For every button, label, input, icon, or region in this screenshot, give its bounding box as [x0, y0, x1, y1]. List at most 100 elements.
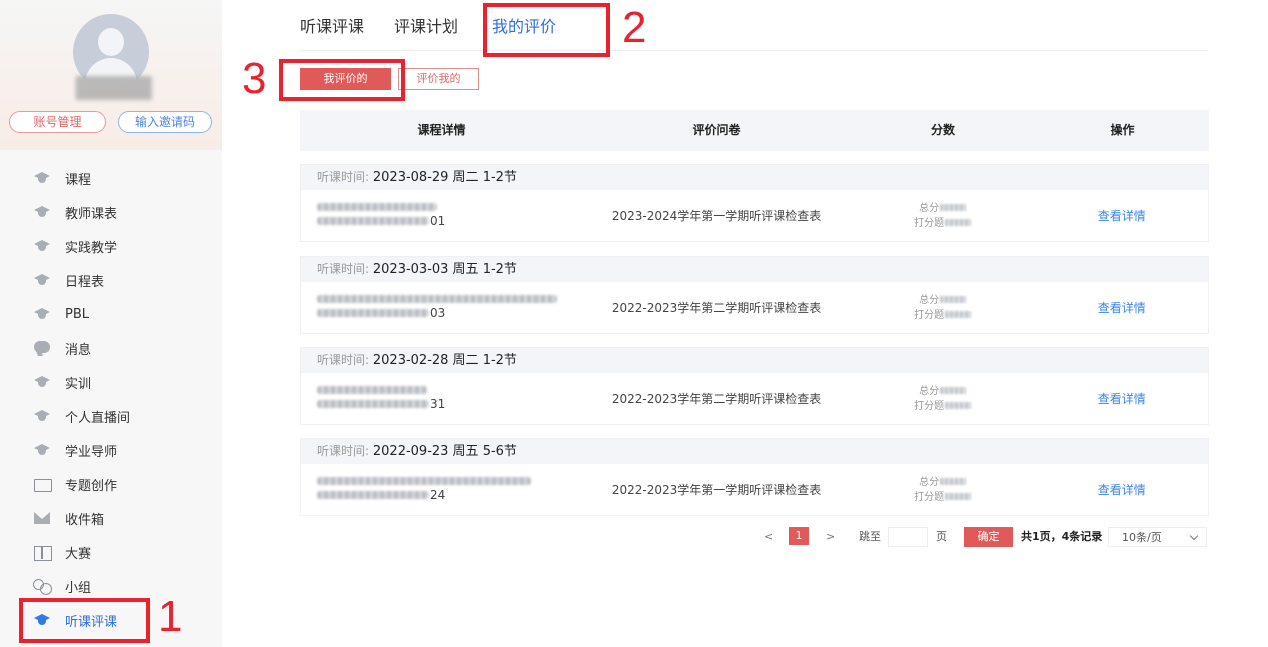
sidebar-item-label: 消息	[65, 342, 92, 358]
scored-question-label: 打分题	[914, 491, 945, 503]
view-details-link[interactable]: 查看详情	[1035, 481, 1208, 498]
sidebar-item-course[interactable]: 课程	[0, 161, 222, 195]
column-header-questionnaire: 评价问卷	[692, 123, 741, 137]
scored-question-label: 打分题	[914, 309, 945, 321]
annotation-number-2: 2	[622, 3, 647, 52]
sidebar-item-label: 实践教学	[65, 240, 118, 256]
lesson-time-value: 2023-02-28 周二 1-2节	[372, 353, 517, 368]
lesson-time-bar: 听课时间: 2023-08-29 周二 1-2节	[301, 165, 1208, 190]
prev-page-button[interactable]: <	[764, 527, 773, 547]
lesson-time-bar: 听课时间: 2023-02-28 周二 1-2节	[301, 348, 1208, 373]
course-detail: 03	[301, 291, 583, 325]
table-row: 听课时间: 2023-08-29 周二 1-2节 01 2023-2024学年第…	[300, 164, 1209, 242]
course-code-suffix: 24	[430, 487, 446, 502]
page-unit-label: 页	[936, 530, 947, 543]
page-size-select[interactable]: 10条/页	[1108, 527, 1207, 547]
account-management-button[interactable]: 账号管理	[9, 111, 106, 133]
annotation-number-3: 3	[242, 54, 267, 103]
sidebar-item-label: 专题创作	[65, 478, 118, 494]
questionnaire-name: 2022-2023学年第二学期听评课检查表	[611, 301, 822, 315]
questionnaire-name: 2023-2024学年第一学期听评课检查表	[611, 209, 822, 223]
course-name-redacted	[317, 385, 427, 394]
total-score-label: 总分	[919, 294, 940, 306]
inbox-icon	[33, 509, 51, 527]
scored-question-redacted	[945, 493, 972, 500]
lesson-time-label: 听课时间:	[317, 444, 370, 458]
score-cell: 总分 打分题	[850, 475, 1036, 505]
table-row: 听课时间: 2023-03-03 周五 1-2节 03 2022-2023学年第…	[300, 256, 1209, 334]
annotation-number-1: 1	[158, 592, 183, 641]
graduation-cap-icon	[33, 407, 51, 425]
course-code-redacted	[317, 490, 429, 499]
tab-evaluation-plan[interactable]: 评课计划	[394, 12, 458, 42]
page-size-value: 10条/页	[1122, 531, 1162, 544]
view-details-link[interactable]: 查看详情	[1035, 207, 1208, 224]
sidebar-item-label: PBL	[65, 306, 90, 322]
graduation-cap-icon	[33, 169, 51, 187]
view-details-link[interactable]: 查看详情	[1035, 299, 1208, 316]
sidebar-item-label: 收件箱	[65, 512, 105, 528]
graduation-cap-icon	[33, 373, 51, 391]
sidebar-item-competition[interactable]: 大赛	[0, 535, 222, 569]
table-row: 听课时间: 2022-09-23 周五 5-6节 24 2022-2023学年第…	[300, 438, 1209, 516]
total-score-redacted	[940, 296, 967, 303]
username-redacted	[76, 76, 152, 100]
book-icon	[33, 543, 52, 561]
sidebar-item-live-room[interactable]: 个人直播间	[0, 399, 222, 433]
questionnaire-name: 2022-2023学年第二学期听评课检查表	[611, 392, 822, 406]
scored-question-label: 打分题	[914, 217, 945, 229]
lesson-time-label: 听课时间:	[317, 353, 370, 367]
course-code-redacted	[317, 308, 429, 317]
course-name-redacted	[317, 202, 437, 211]
course-code-suffix: 31	[430, 396, 446, 411]
subtab-evaluations-of-me[interactable]: 评价我的	[398, 68, 479, 90]
jump-to-label: 跳至	[859, 530, 881, 543]
course-detail: 31	[301, 382, 583, 416]
avatar-head-shape	[98, 28, 124, 56]
sidebar-item-calendar[interactable]: 日程表	[0, 263, 222, 297]
profile-panel: 账号管理 输入邀请码	[0, 0, 222, 150]
sidebar-item-messages[interactable]: 消息	[0, 331, 222, 365]
total-score-redacted	[940, 478, 967, 485]
lesson-time-label: 听课时间:	[317, 170, 370, 184]
sidebar-item-inbox[interactable]: 收件箱	[0, 501, 222, 535]
scored-question-redacted	[945, 219, 972, 226]
course-code-suffix: 03	[430, 305, 446, 320]
annotation-box-3	[279, 59, 405, 101]
sidebar-item-label: 课程	[65, 172, 92, 188]
sidebar-item-training[interactable]: 实训	[0, 365, 222, 399]
graduation-cap-icon	[33, 203, 51, 221]
lesson-time-value: 2022-09-23 周五 5-6节	[372, 444, 517, 459]
course-detail: 24	[301, 473, 583, 507]
page-1-button[interactable]: 1	[789, 527, 809, 545]
sidebar-item-teacher-schedule[interactable]: 教师课表	[0, 195, 222, 229]
group-icon	[33, 577, 52, 595]
sidebar-item-topic-creation[interactable]: 专题创作	[0, 467, 222, 501]
sidebar-item-label: 个人直播间	[65, 410, 131, 426]
score-cell: 总分 打分题	[850, 201, 1036, 231]
graduation-cap-icon	[33, 305, 51, 323]
confirm-jump-button[interactable]: 确定	[964, 527, 1013, 547]
jump-page-input[interactable]	[888, 527, 928, 547]
sidebar-item-label: 大赛	[65, 546, 92, 562]
sidebar-item-academic-mentor[interactable]: 学业导师	[0, 433, 222, 467]
sidebar-item-pbl[interactable]: PBL	[0, 297, 222, 331]
enter-invite-code-button[interactable]: 输入邀请码	[118, 111, 212, 133]
questionnaire-name: 2022-2023学年第一学期听评课检查表	[611, 483, 822, 497]
next-page-button[interactable]: >	[826, 527, 835, 547]
score-cell: 总分 打分题	[850, 293, 1036, 323]
tab-lesson-evaluation[interactable]: 听课评课	[300, 12, 364, 42]
sidebar-item-practice-teaching[interactable]: 实践教学	[0, 229, 222, 263]
sidebar-item-label: 日程表	[65, 274, 105, 290]
table-header: 课程详情 评价问卷 分数 操作	[300, 110, 1209, 151]
total-records-text: 共1页，4条记录	[1021, 530, 1103, 543]
column-header-course-detail: 课程详情	[417, 123, 466, 137]
view-details-link[interactable]: 查看详情	[1035, 390, 1208, 407]
score-cell: 总分 打分题	[850, 384, 1036, 414]
sidebar-item-label: 教师课表	[65, 206, 118, 222]
course-code-suffix: 01	[430, 213, 446, 228]
message-icon	[33, 339, 51, 357]
lesson-time-bar: 听课时间: 2022-09-23 周五 5-6节	[301, 439, 1208, 464]
total-score-label: 总分	[919, 476, 940, 488]
sidebar: 账号管理 输入邀请码 课程 教师课表 实践教学 日程表 PBL 消息 实训 个人…	[0, 0, 222, 647]
